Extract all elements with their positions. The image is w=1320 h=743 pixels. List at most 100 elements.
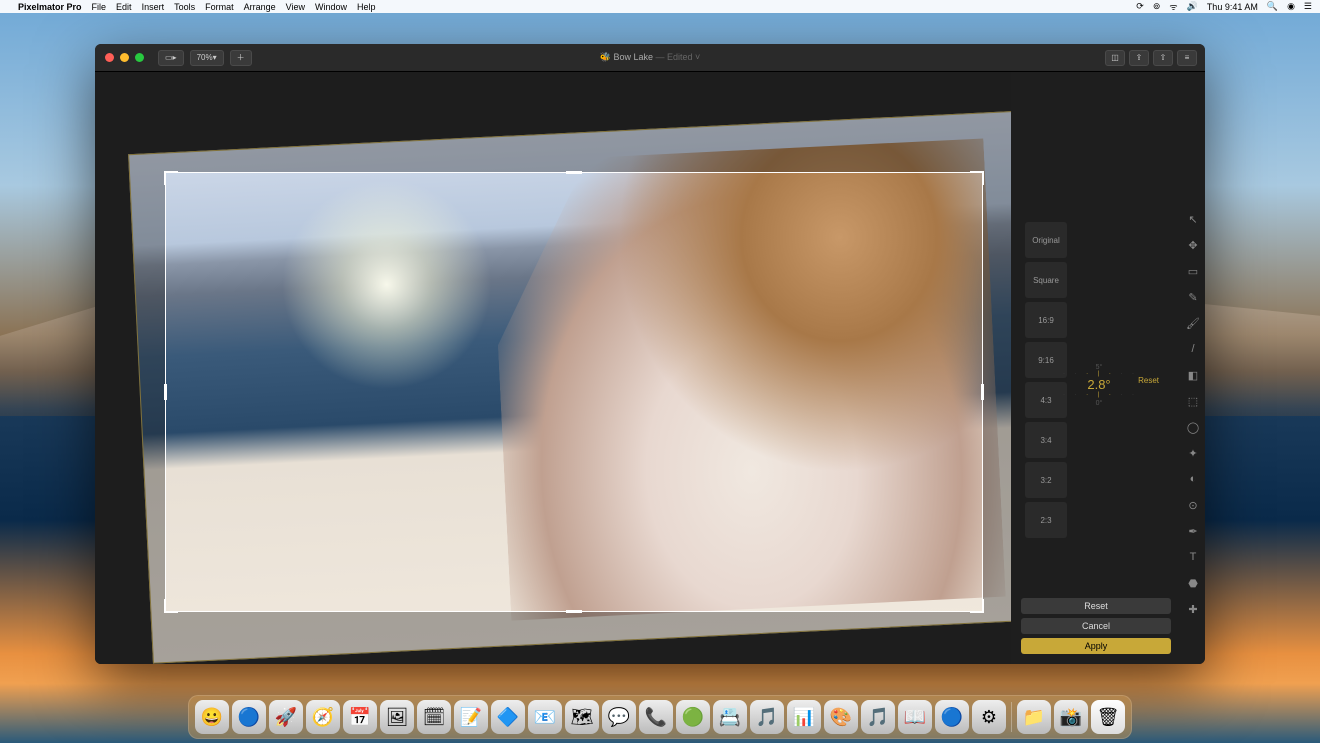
macos-menubar: Pixelmator Pro File Edit Insert Tools Fo… [0,0,1320,13]
aspect-3-2[interactable]: 3:2 [1025,462,1067,498]
tool-crop-icon[interactable]: ⬚ [1186,394,1200,408]
crop-handle-bottom-right[interactable] [970,599,984,613]
document-icon: 🐝 [600,52,611,62]
crop-handle-top-left[interactable] [164,171,178,185]
cancel-button[interactable]: Cancel [1021,618,1171,634]
macos-dock: 😀 🔵 🚀 🧭 📅 🖼 🗓 📝 🔷 📧 🗺 💬 📞 🟢 📇 🎵 📊 🎨 🎵 📖 … [188,695,1132,739]
aspect-4-3[interactable]: 4:3 [1025,382,1067,418]
dock-appstore-icon[interactable]: 🔵 [935,700,969,734]
tool-gradient-icon[interactable]: ◧ [1186,368,1200,382]
aspect-3-4[interactable]: 3:4 [1025,422,1067,458]
dock-music-icon[interactable]: 🎵 [750,700,784,734]
tool-pencil-icon[interactable]: ✎ [1186,290,1200,304]
tool-arrow-icon[interactable]: ↖ [1186,212,1200,226]
add-button[interactable]: ＋ [230,50,252,66]
dock-notes-icon[interactable]: 📝 [454,700,488,734]
tool-adjust-icon[interactable]: ◐ [1186,472,1200,486]
status-wifi-icon[interactable]: ⊚ [1153,1,1161,12]
workspace: Original Square 16:9 9:16 4:3 3:4 3:2 2:… [95,72,1205,664]
menu-help[interactable]: Help [357,2,376,12]
dock-settings-icon[interactable]: ⚙ [972,700,1006,734]
menu-format[interactable]: Format [205,2,234,12]
dock-separator [1011,702,1012,732]
layout-toggle-button[interactable]: ▭▸ [158,50,184,66]
crop-handle-right[interactable] [981,384,984,400]
dock-facetime-icon[interactable]: 📞 [639,700,673,734]
crop-handle-top[interactable] [566,171,582,174]
dock-folder-icon[interactable]: 📁 [1017,700,1051,734]
dock-reminders-icon[interactable]: 📇 [713,700,747,734]
tool-strip: ↖ ✥ ▭ ✎ 🖌 / ◧ ⬚ ◯ ✦ ◐ ⊙ ✒ T ⬣ ✚ [1181,72,1205,664]
tool-shape-icon[interactable]: ◯ [1186,420,1200,434]
dock-books-icon[interactable]: 📖 [898,700,932,734]
tool-brush-icon[interactable]: 🖌 [1186,316,1200,330]
zoom-dropdown[interactable]: 70% ▾ [190,50,224,66]
window-minimize-button[interactable] [120,53,129,62]
menu-tools[interactable]: Tools [174,2,195,12]
window-close-button[interactable] [105,53,114,62]
tool-pen-icon[interactable]: ✒ [1186,524,1200,538]
tool-line-icon[interactable]: / [1186,342,1200,356]
menu-file[interactable]: File [92,2,107,12]
rotation-dial[interactable]: 5° ···|··· 2.8° Reset ···|··· 0° [1063,362,1135,407]
status-notifications-icon[interactable]: ☰ [1304,1,1312,12]
dock-photos-icon[interactable]: 🖼 [380,700,414,734]
aspect-square[interactable]: Square [1025,262,1067,298]
menubar-app-name[interactable]: Pixelmator Pro [18,2,82,12]
export-button[interactable]: ⇪ [1129,50,1149,66]
title-dropdown-icon[interactable]: ˅ [695,52,700,62]
canvas-area[interactable] [95,72,1011,664]
dock-siri-icon[interactable]: 🔵 [232,700,266,734]
dock-contacts-icon[interactable]: 🟢 [676,700,710,734]
share-button[interactable]: ⇧ [1153,50,1173,66]
menu-edit[interactable]: Edit [116,2,132,12]
tool-text-icon[interactable]: T [1186,550,1200,564]
dock-numbers-icon[interactable]: 📊 [787,700,821,734]
crop-handle-bottom[interactable] [566,610,582,613]
dock-calendar-icon[interactable]: 📅 [343,700,377,734]
dock-launchpad-icon[interactable]: 🚀 [269,700,303,734]
tool-sparkle-icon[interactable]: ✦ [1186,446,1200,460]
aspect-2-3[interactable]: 2:3 [1025,502,1067,538]
dock-itunes-icon[interactable]: 🎵 [861,700,895,734]
adjustments-button[interactable]: ≡ [1177,50,1197,66]
crop-handle-bottom-left[interactable] [164,599,178,613]
status-battery-icon[interactable]: ᯤ [1169,0,1177,13]
status-volume-icon[interactable]: 🔊 [1187,1,1198,12]
aspect-16-9[interactable]: 16:9 [1025,302,1067,338]
window-titlebar: ▭▸ 70% ▾ ＋ 🐝 Bow Lake — Edited ˅ ◫ ⇪ ⇧ ≡ [95,44,1205,72]
menu-view[interactable]: View [286,2,305,12]
dock-pixelmator-icon[interactable]: 📸 [1054,700,1088,734]
menu-window[interactable]: Window [315,2,347,12]
dock-messages-icon[interactable]: 💬 [602,700,636,734]
aspect-original[interactable]: Original [1025,222,1067,258]
aspect-9-16[interactable]: 9:16 [1025,342,1067,378]
menu-arrange[interactable]: Arrange [244,2,276,12]
status-siri-icon[interactable]: ◉ [1287,1,1295,12]
dock-maps-icon[interactable]: 🗺 [565,700,599,734]
dock-safari-icon[interactable]: 🧭 [306,700,340,734]
reset-button[interactable]: Reset [1021,598,1171,614]
dock-app-icon[interactable]: 🔷 [491,700,525,734]
menu-insert[interactable]: Insert [142,2,165,12]
status-clock[interactable]: Thu 9:41 AM [1207,2,1258,12]
dock-trash-icon[interactable]: 🗑 [1091,700,1125,734]
window-maximize-button[interactable] [135,53,144,62]
status-refresh-icon[interactable]: ⟳ [1136,1,1144,12]
dock-keynote-icon[interactable]: 🎨 [824,700,858,734]
tool-repair-icon[interactable]: ✚ [1186,602,1200,616]
status-search-icon[interactable]: 🔍 [1267,1,1278,12]
crop-handle-left[interactable] [164,384,167,400]
apply-button[interactable]: Apply [1021,638,1171,654]
dock-mail-icon[interactable]: 📧 [528,700,562,734]
tool-move-icon[interactable]: ✥ [1186,238,1200,252]
crop-rectangle[interactable] [165,172,983,612]
dock-finder-icon[interactable]: 😀 [195,700,229,734]
crop-tool-button[interactable]: ◫ [1105,50,1125,66]
tool-marquee-icon[interactable]: ▭ [1186,264,1200,278]
tool-clone-icon[interactable]: ⊙ [1186,498,1200,512]
crop-handle-top-right[interactable] [970,171,984,185]
dock-calendar2-icon[interactable]: 🗓 [417,700,451,734]
tool-polygon-icon[interactable]: ⬣ [1186,576,1200,590]
rotation-reset-link[interactable]: Reset [1138,376,1159,385]
